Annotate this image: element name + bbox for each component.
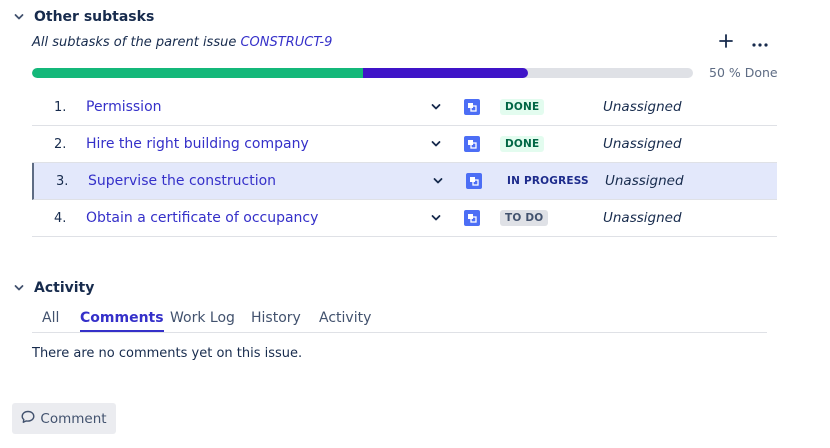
subtitle-text: All subtasks of the parent issue [32,35,241,50]
subtask-type-icon [464,210,480,226]
assignee[interactable]: Unassigned [603,136,682,152]
chevron-down-icon[interactable] [430,212,442,224]
subtasks-title: Other subtasks [34,9,155,25]
more-icon [752,35,768,51]
plus-icon [719,34,733,52]
tab-activity[interactable]: Activity [319,310,371,330]
chevron-down-icon[interactable] [430,101,442,113]
activity-title: Activity [34,280,95,296]
assignee[interactable]: Unassigned [605,173,684,189]
subtasks-progress-bar [32,68,693,78]
status-badge[interactable]: TO DO [500,210,549,226]
subtask-number: 3. [56,173,69,189]
subtasks-subtitle: All subtasks of the parent issue CONSTRU… [32,35,332,50]
subtasks-section-header: Other subtasks [12,9,154,25]
add-subtask-button[interactable] [716,33,736,53]
subtask-list: 1. Permission DONE Unassigned 2. Hire th… [32,89,777,237]
comment-button-label: Comment [40,410,107,427]
chevron-down-icon[interactable] [12,10,26,24]
subtask-summary-link[interactable]: Permission [86,99,162,115]
assignee[interactable]: Unassigned [603,210,682,226]
subtask-row[interactable]: 4. Obtain a certificate of occupancy TO … [32,200,777,237]
subtask-summary-link[interactable]: Supervise the construction [88,173,276,189]
progress-label: 50 % Done [709,65,778,80]
progress-done-segment [32,68,363,78]
activity-section-header: Activity [12,280,94,296]
subtask-type-icon [464,99,480,115]
subtask-type-icon [464,136,480,152]
subtask-row[interactable]: 1. Permission DONE Unassigned [32,89,777,126]
subtask-number: 4. [54,210,67,226]
progress-in-progress-segment [362,68,528,78]
comment-button[interactable]: Comment [12,403,116,434]
tab-comments[interactable]: Comments [80,310,164,332]
chevron-down-icon[interactable] [430,138,442,150]
status-badge[interactable]: IN PROGRESS [502,173,594,189]
subtask-row[interactable]: 2. Hire the right building company DONE … [32,126,777,163]
status-badge[interactable]: DONE [500,99,545,115]
subtask-number: 2. [54,136,67,152]
chevron-down-icon[interactable] [432,175,444,187]
subtask-number: 1. [54,99,67,115]
tab-history[interactable]: History [251,310,301,330]
activity-tabs: All Comments Work Log History Activity [32,308,767,333]
comment-icon [21,410,35,428]
tab-work-log[interactable]: Work Log [170,310,235,330]
subtask-row[interactable]: 3. Supervise the construction IN PROGRES… [32,163,777,200]
subtask-summary-link[interactable]: Hire the right building company [86,136,309,152]
more-actions-button[interactable] [750,33,770,53]
parent-issue-link[interactable]: CONSTRUCT-9 [240,35,332,50]
subtask-type-icon [466,173,482,189]
subtask-summary-link[interactable]: Obtain a certificate of occupancy [86,210,318,226]
status-badge[interactable]: DONE [500,136,545,152]
tab-all[interactable]: All [42,310,59,330]
chevron-down-icon[interactable] [12,281,26,295]
empty-comments-message: There are no comments yet on this issue. [32,346,303,361]
assignee[interactable]: Unassigned [603,99,682,115]
